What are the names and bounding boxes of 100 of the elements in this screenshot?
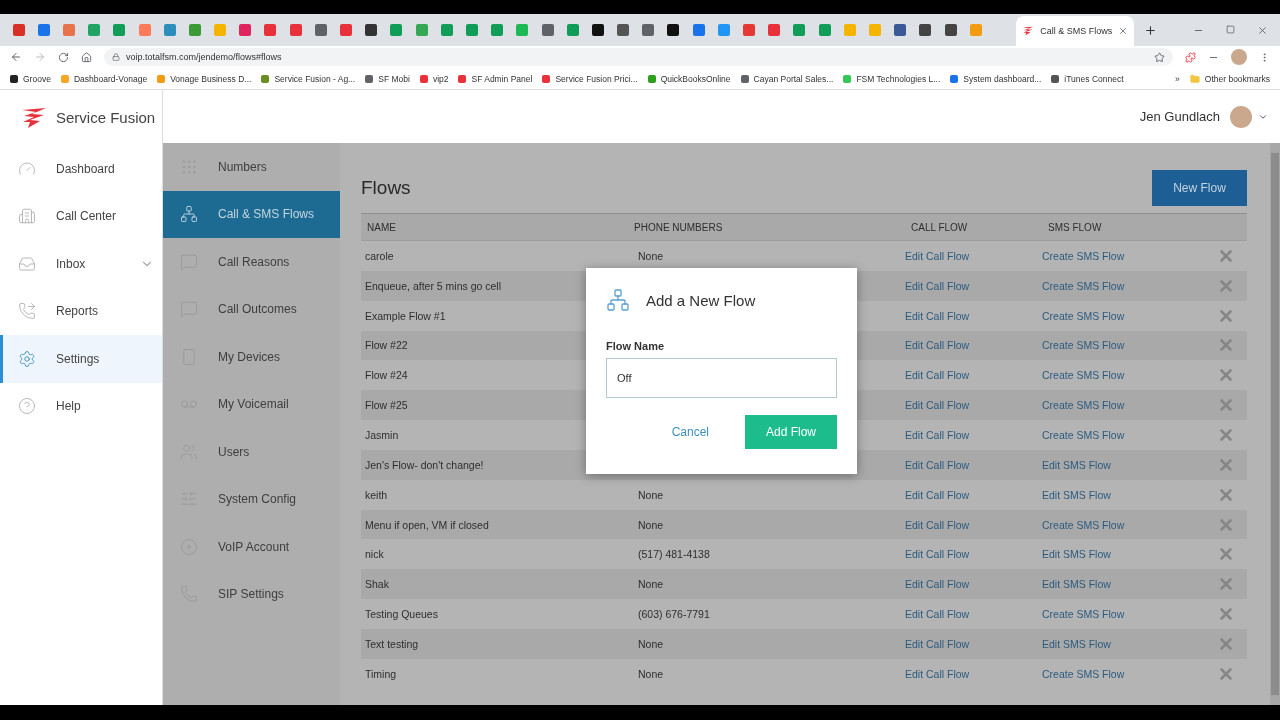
cancel-button[interactable]: Cancel xyxy=(665,424,715,440)
more-bookmarks[interactable]: » xyxy=(1175,73,1180,84)
edit-call-flow-link[interactable]: Edit Call Flow xyxy=(905,548,970,561)
bookmark[interactable]: vip2 xyxy=(419,73,449,84)
close-icon[interactable] xyxy=(1257,24,1268,36)
subnav-item[interactable]: VoIP Account xyxy=(163,523,340,571)
bookmark[interactable]: QuickBooksOnline xyxy=(647,73,731,84)
column-header: NAME xyxy=(367,221,396,233)
bookmark[interactable]: Dashboard-Vonage xyxy=(60,73,148,84)
inbox-icon xyxy=(18,254,36,273)
subnav-item[interactable]: Call & SMS Flows xyxy=(163,190,340,238)
scrollbar[interactable] xyxy=(1270,143,1280,705)
table-cell: Enqueue, after 5 mins go cell xyxy=(365,279,501,292)
edit-call-flow-link[interactable]: Edit Call Flow xyxy=(905,279,970,292)
edit-call-flow-link[interactable]: Edit Call Flow xyxy=(905,608,970,621)
building-icon xyxy=(18,207,36,226)
address-bar[interactable]: voip.totalfsm.com/jendemo/flows#flows xyxy=(104,48,1173,66)
sms-flow-link[interactable]: Edit SMS Flow xyxy=(1042,637,1111,650)
bookmark[interactable]: System dashboard... xyxy=(950,73,1042,84)
folder-icon xyxy=(1189,73,1200,84)
sms-flow-link[interactable]: Create SMS Flow xyxy=(1042,608,1125,621)
sms-flow-link[interactable]: Edit SMS Flow xyxy=(1042,578,1111,591)
subnav-item[interactable]: Call Reasons xyxy=(163,238,340,286)
user-avatar[interactable] xyxy=(1230,105,1252,128)
bookmark[interactable]: SF Admin Panel xyxy=(458,73,533,84)
sms-flow-link[interactable]: Create SMS Flow xyxy=(1042,667,1125,680)
bookmark[interactable]: Vonage Business D... xyxy=(157,73,252,84)
sms-flow-link[interactable]: Create SMS Flow xyxy=(1042,339,1125,352)
table-cell: (517) 481-4138 xyxy=(638,548,710,561)
edit-call-flow-link[interactable]: Edit Call Flow xyxy=(905,518,970,531)
bookmark[interactable]: SF Mobi xyxy=(365,73,410,84)
url-text: voip.totalfsm.com/jendemo/flows#flows xyxy=(126,52,283,62)
nav-item[interactable]: Reports xyxy=(0,287,162,335)
edit-call-flow-link[interactable]: Edit Call Flow xyxy=(905,578,970,591)
delete-icon[interactable] xyxy=(1217,426,1235,444)
edit-call-flow-link[interactable]: Edit Call Flow xyxy=(905,249,970,262)
user-name[interactable]: Jen Gundlach xyxy=(1139,109,1220,124)
bookmark[interactable]: Groove xyxy=(10,73,51,84)
bookmark[interactable]: Service Fusion - Ag... xyxy=(261,73,356,84)
edit-call-flow-link[interactable]: Edit Call Flow xyxy=(905,339,970,352)
close-icon[interactable] xyxy=(1118,26,1129,36)
table-cell: None xyxy=(638,249,664,262)
subnav-item[interactable]: SIP Settings xyxy=(163,570,340,618)
table-cell: None xyxy=(638,667,664,680)
edit-call-flow-link[interactable]: Edit Call Flow xyxy=(905,399,970,412)
table-cell: Shak xyxy=(365,578,389,591)
reload-icon[interactable] xyxy=(58,51,69,63)
nav-item[interactable]: Help xyxy=(0,382,162,430)
sms-flow-link[interactable]: Create SMS Flow xyxy=(1042,249,1125,262)
flow-name-field[interactable]: Off xyxy=(606,358,837,398)
edit-call-flow-link[interactable]: Edit Call Flow xyxy=(905,458,970,471)
subnav-item[interactable]: Numbers xyxy=(163,143,340,191)
edit-call-flow-link[interactable]: Edit Call Flow xyxy=(905,637,970,650)
sms-flow-link[interactable]: Edit SMS Flow xyxy=(1042,548,1111,561)
edit-call-flow-link[interactable]: Edit Call Flow xyxy=(905,309,970,322)
field-label: Flow Name xyxy=(606,340,666,352)
subnav-item[interactable]: Call Outcomes xyxy=(163,285,340,333)
bookmark[interactable]: FSM Technologies L... xyxy=(843,73,941,84)
sms-flow-link[interactable]: Create SMS Flow xyxy=(1042,309,1125,322)
sms-flow-link[interactable]: Create SMS Flow xyxy=(1042,279,1125,292)
network-icon xyxy=(180,205,198,224)
extension-icon[interactable] xyxy=(1185,51,1196,63)
new-tab-icon[interactable] xyxy=(1144,23,1158,37)
subnav-item[interactable]: My Voicemail xyxy=(163,380,340,428)
sms-flow-link[interactable]: Create SMS Flow xyxy=(1042,429,1125,441)
edit-call-flow-link[interactable]: Edit Call Flow xyxy=(905,488,970,501)
table-cell: Flow #25 xyxy=(365,399,408,412)
nav-item[interactable]: Call Center xyxy=(0,192,162,240)
subnav-item[interactable]: My Devices xyxy=(163,333,340,381)
subnav-item[interactable]: System Config xyxy=(163,475,340,523)
nav-item[interactable]: Settings xyxy=(0,335,162,383)
edit-call-flow-link[interactable]: Edit Call Flow xyxy=(905,429,970,441)
edit-call-flow-link[interactable]: Edit Call Flow xyxy=(905,667,970,680)
forward-icon[interactable] xyxy=(34,51,46,63)
sms-flow-link[interactable]: Create SMS Flow xyxy=(1042,369,1125,382)
bookmark[interactable]: iTunes Connect xyxy=(1051,73,1124,84)
table-cell: Flow #24 xyxy=(365,369,408,382)
other-bookmarks[interactable]: Other bookmarks xyxy=(1189,73,1270,84)
nav-item[interactable]: Dashboard xyxy=(0,145,162,193)
home-icon[interactable] xyxy=(81,51,92,63)
profile-avatar[interactable] xyxy=(1231,49,1247,65)
sms-flow-link[interactable]: Edit SMS Flow xyxy=(1042,488,1111,501)
tab-title: Call & SMS Flows xyxy=(1040,26,1113,36)
nav-item[interactable]: Inbox xyxy=(0,240,162,288)
sms-flow-link[interactable]: Create SMS Flow xyxy=(1042,399,1125,412)
table-cell: keith xyxy=(365,488,388,501)
browser-tab[interactable]: Call & SMS Flows xyxy=(1016,16,1135,46)
sms-flow-link[interactable]: Edit SMS Flow xyxy=(1042,458,1111,471)
edit-call-flow-link[interactable]: Edit Call Flow xyxy=(905,369,970,382)
star-icon[interactable] xyxy=(1154,51,1165,63)
bookmark[interactable]: Cayan Portal Sales... xyxy=(740,73,834,84)
new-flow-button[interactable]: New Flow xyxy=(1152,170,1247,206)
sms-flow-link[interactable]: Create SMS Flow xyxy=(1042,518,1125,531)
subnav-item[interactable]: Users xyxy=(163,428,340,476)
bookmark[interactable]: Service Fusion Prici... xyxy=(542,73,638,84)
back-icon[interactable] xyxy=(10,51,22,63)
maximize-icon[interactable] xyxy=(1226,24,1235,36)
column-header: CALL FLOW xyxy=(911,221,968,233)
help-icon xyxy=(18,397,36,416)
table-cell: None xyxy=(638,518,664,531)
